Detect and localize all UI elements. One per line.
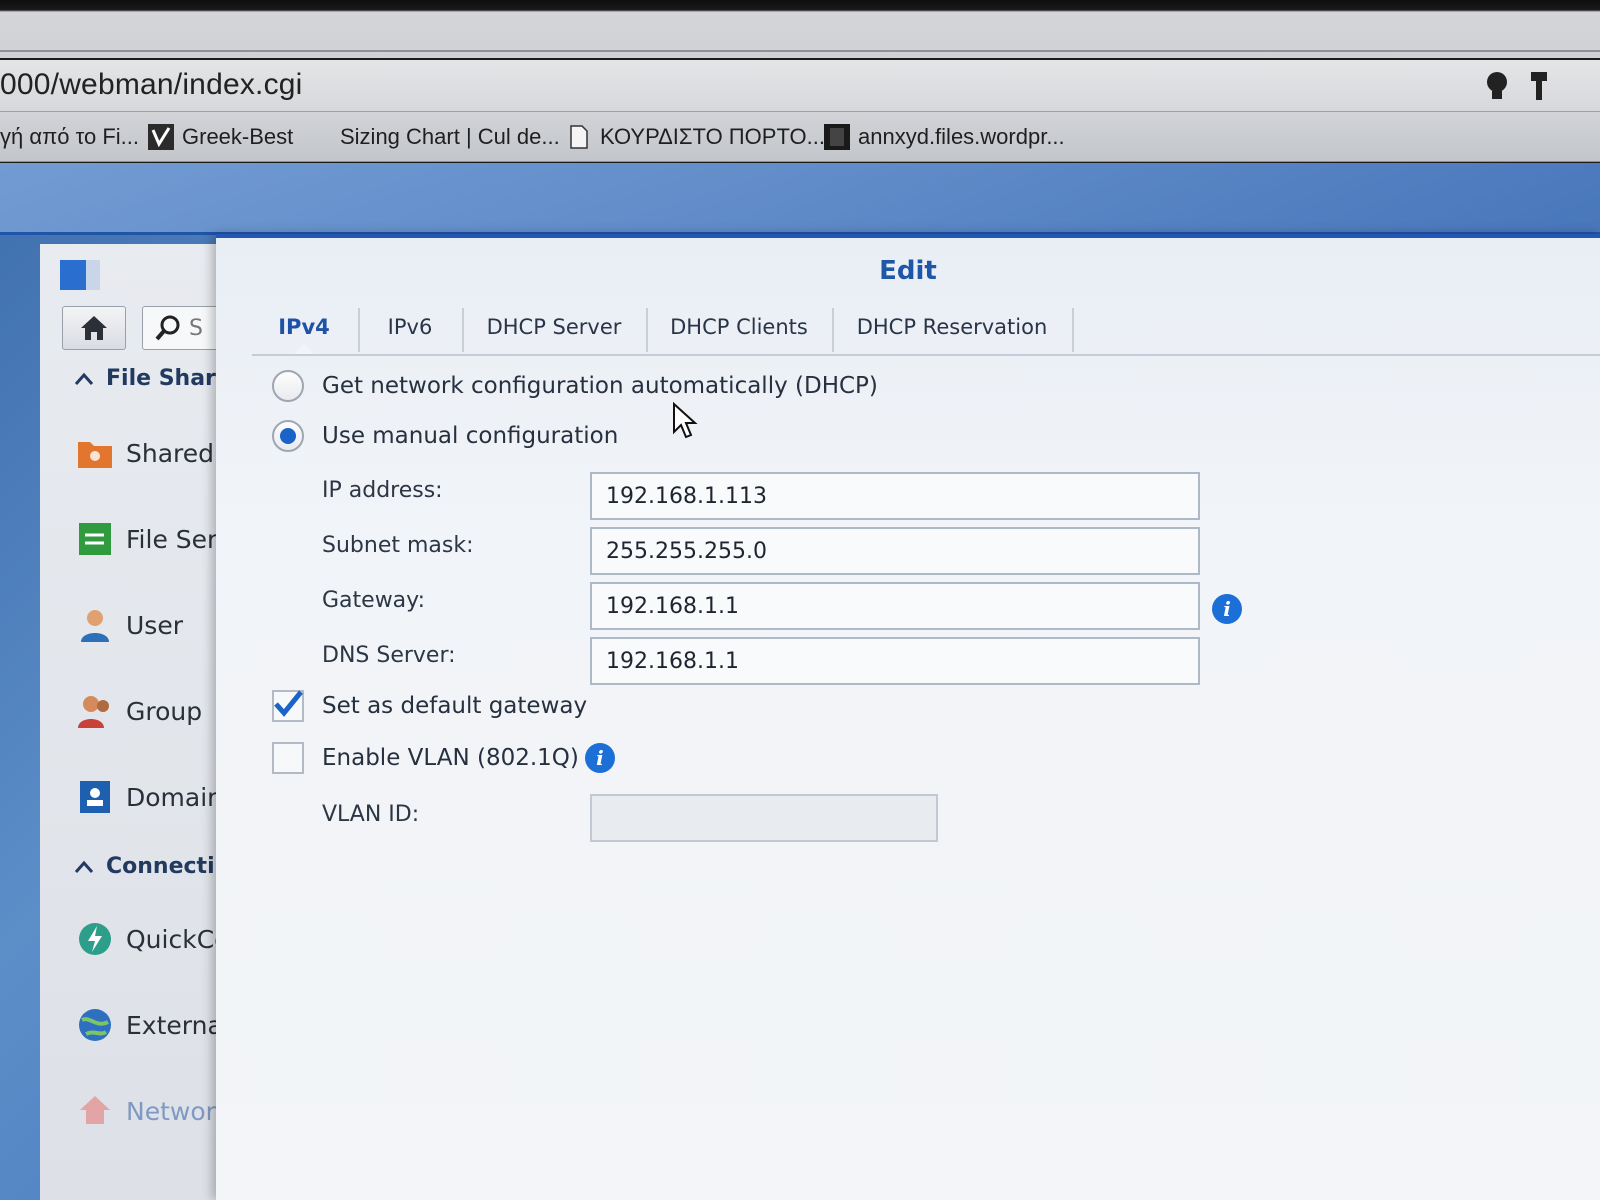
default-gateway-checkbox[interactable] <box>272 690 304 722</box>
tab-dhcp-server[interactable]: DHCP Server <box>464 300 644 354</box>
bookmark-item[interactable]: ΚΟΥΡΔΙΣΤΟ ΠΟΡΤΟ... <box>566 124 825 150</box>
home-icon <box>81 316 107 340</box>
control-panel-sidebar: S File Shar Shared File Ser User Group D… <box>40 244 216 1200</box>
quickconnect-icon <box>79 923 111 955</box>
search-icon <box>155 315 180 341</box>
dns-server-label: DNS Server: <box>322 643 456 668</box>
tab-separator <box>1072 308 1074 352</box>
gateway-label: Gateway: <box>322 588 425 613</box>
radio-selected-dot <box>280 428 296 444</box>
bookmark-item[interactable]: Sizing Chart | Cul de... <box>340 124 560 150</box>
tab-bar: IPv4 IPv6 DHCP Server DHCP Clients DHCP … <box>252 300 1600 356</box>
edit-dialog: Edit IPv4 IPv6 DHCP Server DHCP Clients … <box>216 234 1600 1200</box>
sidebar-item-label: Group <box>126 696 203 726</box>
bookmark-label: Sizing Chart | Cul de... <box>340 124 560 149</box>
sidebar-item-label: Externa <box>126 1010 216 1040</box>
ip-address-input[interactable] <box>590 472 1200 520</box>
tab-dhcp-reservation[interactable]: DHCP Reservation <box>834 300 1070 354</box>
sidebar-item-file-services[interactable]: File Ser <box>76 520 216 558</box>
checkmark-icon <box>274 690 303 717</box>
sidebar-item-label: Shared <box>126 438 215 468</box>
site-logo-icon <box>148 124 174 150</box>
domain-icon <box>80 781 110 813</box>
bookmarks-bar: γή από το Fi... Greek-Best Sizing Chart … <box>0 112 1600 162</box>
section-label: Connecti <box>106 854 215 879</box>
vlan-info-icon[interactable]: i <box>584 743 615 773</box>
section-header-connectivity[interactable]: Connecti <box>74 854 215 879</box>
dialog-title: Edit <box>879 256 937 286</box>
tab-dhcp-clients[interactable]: DHCP Clients <box>648 300 830 354</box>
vlan-id-input[interactable] <box>590 794 938 842</box>
dsm-taskbar <box>0 163 1600 235</box>
network-icon <box>80 1096 110 1124</box>
active-tab-pointer <box>294 344 314 354</box>
section-header-file-sharing[interactable]: File Shar <box>74 366 216 391</box>
subnet-mask-input[interactable] <box>590 527 1200 575</box>
sidebar-item-external-access[interactable]: Externa <box>76 1006 216 1044</box>
external-access-icon <box>79 1009 111 1041</box>
dhcp-radio-option[interactable]: Get network configuration automatically … <box>272 370 878 402</box>
ip-address-label: IP address: <box>322 478 443 503</box>
bookmark-item[interactable]: annxyd.files.wordpr... <box>824 124 1065 150</box>
home-button[interactable] <box>62 306 126 350</box>
sidebar-item-label: Domain <box>126 782 216 812</box>
shared-folder-icon <box>78 442 112 468</box>
search-input[interactable]: S <box>142 306 216 350</box>
default-gateway-option[interactable]: Set as default gateway <box>272 690 587 722</box>
document-icon <box>570 125 588 149</box>
enable-vlan-label: Enable VLAN (802.1Q) <box>322 745 579 771</box>
sidebar-item-quickconnect[interactable]: QuickCo <box>76 920 216 958</box>
manual-radio-option[interactable]: Use manual configuration <box>272 420 618 452</box>
bookmark-label: annxyd.files.wordpr... <box>858 124 1065 149</box>
mouse-cursor-icon <box>673 402 698 439</box>
manual-radio-label: Use manual configuration <box>322 423 619 449</box>
bookmark-item[interactable]: Greek-Best <box>148 124 293 150</box>
bookmark-label: Greek-Best <box>182 124 294 149</box>
enable-vlan-option[interactable]: Enable VLAN (802.1Q) i <box>272 742 615 774</box>
gateway-info-icon[interactable]: i <box>1212 594 1242 624</box>
sidebar-item-user[interactable]: User <box>76 606 183 644</box>
subnet-mask-label: Subnet mask: <box>322 533 474 558</box>
chevron-up-icon <box>74 372 94 385</box>
bookmark-label: ΚΟΥΡΔΙΣΤΟ ΠΟΡΤΟ... <box>600 124 825 149</box>
dhcp-radio[interactable] <box>272 370 304 402</box>
user-icon <box>81 610 109 642</box>
sidebar-item-domain[interactable]: Domain <box>76 778 216 816</box>
sidebar-item-label: Networ <box>126 1096 216 1126</box>
default-gateway-label: Set as default gateway <box>322 693 588 719</box>
dhcp-radio-label: Get network configuration automatically … <box>322 373 878 399</box>
file-services-icon <box>79 523 111 555</box>
wrench-icon[interactable] <box>1524 70 1554 102</box>
control-panel-logo-icon <box>60 260 100 290</box>
enable-vlan-checkbox[interactable] <box>272 742 304 774</box>
sidebar-item-label: File Ser <box>126 524 216 554</box>
bookmark-item[interactable]: γή από το Fi... <box>0 124 139 150</box>
chevron-up-icon <box>74 860 94 873</box>
bookmark-label: γή από το Fi... <box>0 124 139 149</box>
sidebar-item-group[interactable]: Group <box>76 692 202 730</box>
sidebar-item-shared-folder[interactable]: Shared <box>76 434 214 472</box>
site-logo-icon <box>824 124 850 150</box>
sidebar-item-label: QuickCo <box>126 924 216 954</box>
lightbulb-icon[interactable] <box>1482 70 1512 102</box>
manual-radio[interactable] <box>272 420 304 452</box>
url-text[interactable]: 000/webman/index.cgi <box>0 68 303 102</box>
gateway-input[interactable] <box>590 582 1200 630</box>
search-placeholder: S <box>189 315 203 341</box>
address-bar[interactable]: 000/webman/index.cgi <box>0 60 1600 112</box>
section-label: File Shar <box>106 366 216 391</box>
sidebar-item-label: User <box>126 610 183 640</box>
sidebar-item-network[interactable]: Networ <box>76 1092 216 1130</box>
dns-server-input[interactable] <box>590 637 1200 685</box>
browser-title-bar <box>0 0 1600 58</box>
vlan-id-label: VLAN ID: <box>322 802 420 827</box>
group-icon <box>78 696 109 728</box>
tab-ipv6[interactable]: IPv6 <box>360 300 460 354</box>
